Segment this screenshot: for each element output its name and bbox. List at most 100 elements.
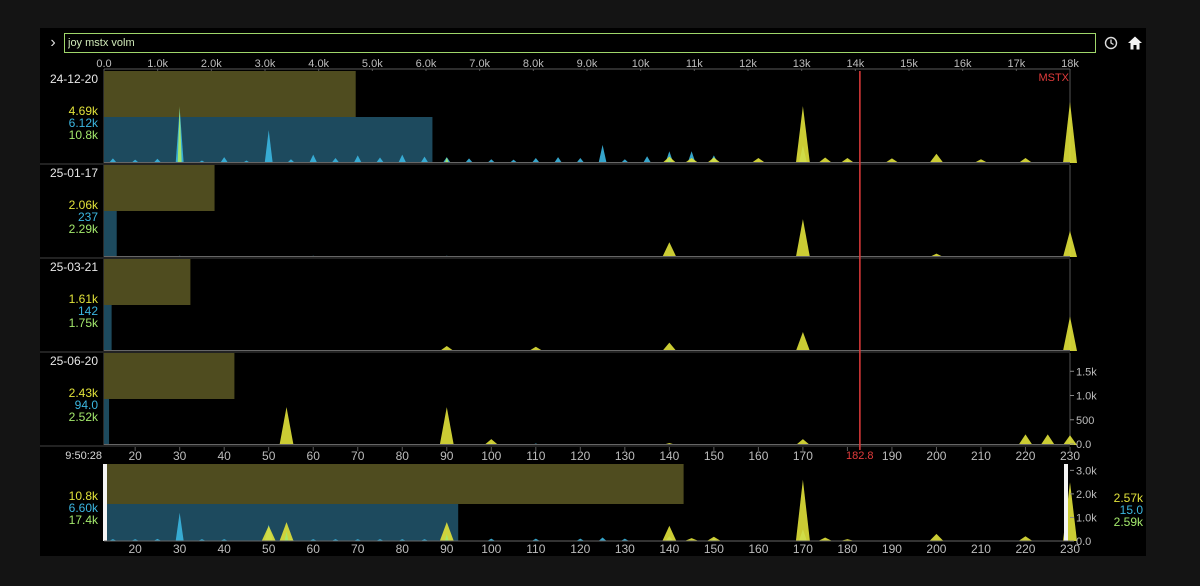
strike-tick-label: 230 [1060, 449, 1080, 463]
summary-panel: 0.01.0k2.0k3.0k20 30 40 50 60 70 80 90 100 110 120… [69, 464, 1144, 556]
summary-strike-label: 60 [307, 542, 321, 556]
all-total-label: 2.52k [69, 410, 99, 424]
summary-call-bar [104, 464, 684, 504]
strike-tick-label: 90 [440, 449, 454, 463]
volume-tick-label: 14k [846, 58, 864, 70]
strike-tick-label: 110 [526, 449, 545, 463]
strike-tick-label: 40 [218, 449, 232, 463]
strike-tick-label: 150 [704, 449, 724, 463]
expiry-label: 25-03-21 [50, 260, 98, 274]
volume-tick-label: 9.0k [577, 58, 598, 70]
all-total-label: 2.29k [69, 222, 99, 236]
expiry-panel: 25-03-211.61k1421.75k [40, 259, 1077, 353]
expiry-panels: 24-12-204.69k6.12k10.8k25-01-172.06k2372… [40, 71, 1097, 451]
options-volume-chart: 0.0 1.0k 2.0k 3.0k 4.0k 5.0k 6.0k 7.0k 8.0k 9.0k 1… [40, 58, 1144, 556]
panel-background [104, 165, 1070, 257]
expiry-panel: 24-12-204.69k6.12k10.8k [40, 71, 1077, 165]
strike-tick-label: 220 [1015, 449, 1035, 463]
volume-tick-label: 1.0k [147, 58, 168, 70]
summary-put-bar [104, 504, 459, 541]
panel-background [104, 353, 1070, 445]
strike-tick-label: 120 [570, 449, 590, 463]
strike-tick-label: 140 [659, 449, 679, 463]
volume-tick-label: 10k [632, 58, 650, 70]
call-volume-bar [104, 71, 356, 117]
volume-tick-label: 3.0k [255, 58, 276, 70]
summary-strike-label: 140 [659, 542, 679, 556]
summary-strike-label: 120 [570, 542, 590, 556]
panel-scale-label: 1.0k [1076, 391, 1097, 403]
volume-tick-label: 0.0 [96, 58, 111, 70]
volume-tick-label: 18k [1061, 58, 1079, 70]
panel-scale-label: 500 [1076, 415, 1094, 427]
price-marker-label: 182.8 [846, 450, 874, 462]
volume-tick-label: 7.0k [469, 58, 490, 70]
volume-tick-label: 6.0k [416, 58, 437, 70]
summary-right-all: 2.59k [1114, 515, 1144, 529]
strike-tick-label: 170 [793, 449, 813, 463]
strike-tick-label: 210 [971, 449, 991, 463]
summary-strike-label: 20 [128, 542, 142, 556]
call-volume-bar [104, 165, 215, 211]
summary-scale-label: 1.0k [1076, 512, 1097, 524]
volume-tick-label: 4.0k [308, 58, 329, 70]
strike-tick-label: 70 [351, 449, 365, 463]
expiry-panel: 25-06-202.43k94.02.52k [40, 353, 1077, 447]
put-volume-bar [104, 305, 112, 351]
call-volume-bar [104, 259, 191, 305]
strike-tick-label: 130 [615, 449, 635, 463]
volume-tick-label: 17k [1007, 58, 1025, 70]
summary-strike-label: 90 [440, 542, 454, 556]
time-label: 9:50:28 [65, 450, 102, 462]
summary-all-total: 17.4k [69, 513, 99, 527]
symbol-label: MSTX [1038, 72, 1069, 84]
summary-strike-label: 150 [704, 542, 724, 556]
volume-tick-label: 12k [739, 58, 757, 70]
volume-tick-label: 16k [954, 58, 972, 70]
volume-tick-label: 8.0k [523, 58, 544, 70]
panel-scale-label: 1.5k [1076, 366, 1097, 378]
call-volume-bar [104, 353, 235, 399]
strike-tick-label: 20 [128, 449, 142, 463]
strike-tick-label: 160 [748, 449, 768, 463]
summary-strike-label: 30 [173, 542, 187, 556]
summary-strike-label: 100 [481, 542, 501, 556]
summary-strike-label: 210 [971, 542, 991, 556]
summary-strike-label: 80 [396, 542, 410, 556]
strike-tick-label: 50 [262, 449, 276, 463]
summary-strike-label: 160 [748, 542, 768, 556]
strike-tick-label: 100 [481, 449, 501, 463]
summary-scale-label: 3.0k [1076, 465, 1097, 477]
strike-tick-label: 190 [882, 449, 902, 463]
put-volume-bar [104, 399, 110, 445]
expiry-label: 25-01-17 [50, 166, 98, 180]
volume-tick-label: 5.0k [362, 58, 383, 70]
strike-tick-label: 200 [926, 449, 946, 463]
volume-tick-label: 13k [793, 58, 811, 70]
range-handle-left[interactable] [103, 464, 107, 541]
all-total-label: 1.75k [69, 316, 99, 330]
summary-scale-label: 2.0k [1076, 489, 1097, 501]
summary-strike-label: 170 [793, 542, 813, 556]
summary-strike-label: 110 [526, 542, 545, 556]
summary-strike-label: 40 [218, 542, 232, 556]
put-volume-bar [104, 211, 117, 257]
range-handle-right[interactable] [1064, 464, 1068, 541]
strike-tick-label: 30 [173, 449, 187, 463]
summary-strike-label: 200 [926, 542, 946, 556]
summary-strike-label: 220 [1015, 542, 1035, 556]
expiry-label: 24-12-20 [50, 72, 98, 86]
summary-strike-label: 190 [882, 542, 902, 556]
expiry-panel: 25-01-172.06k2372.29k [40, 165, 1077, 259]
strike-tick-label: 80 [396, 449, 410, 463]
summary-strike-label: 50 [262, 542, 276, 556]
volume-tick-label: 11k [686, 58, 703, 70]
panel-background [104, 259, 1070, 351]
volume-axis: 0.0 1.0k 2.0k 3.0k 4.0k 5.0k 6.0k 7.0k 8.0k 9.0k 1… [96, 58, 1079, 73]
summary-strike-label: 70 [351, 542, 365, 556]
expiry-label: 25-06-20 [50, 354, 98, 368]
summary-strike-label: 180 [837, 542, 857, 556]
volume-tick-label: 15k [900, 58, 918, 70]
all-total-label: 10.8k [69, 128, 99, 142]
strike-tick-label: 60 [307, 449, 321, 463]
